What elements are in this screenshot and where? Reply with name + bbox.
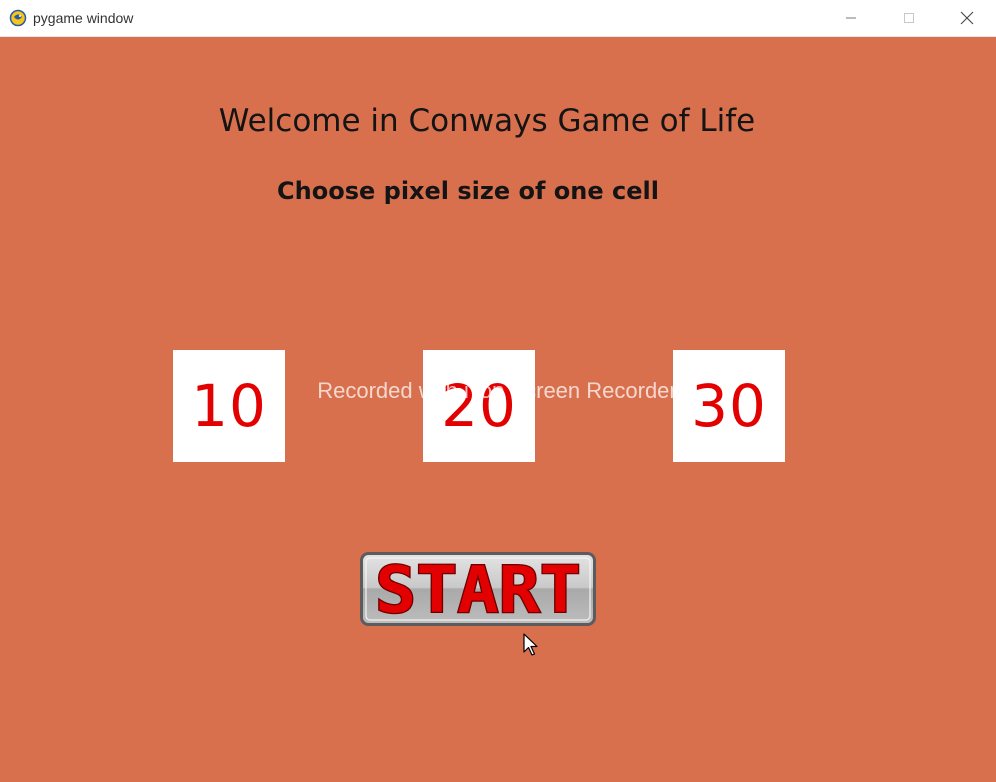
cell-size-option-30[interactable]: 30	[673, 350, 785, 462]
cell-size-option-label: 20	[441, 372, 517, 440]
pygame-snake-icon	[9, 9, 27, 27]
window-title: pygame window	[33, 10, 134, 26]
welcome-heading-text: Welcome in Conways Game of Life	[218, 103, 756, 139]
close-icon	[960, 11, 974, 25]
cell-size-option-label: 10	[191, 372, 267, 440]
cell-size-prompt-text: Choose pixel size of one cell	[277, 177, 659, 205]
minimize-icon	[845, 12, 857, 24]
title-bar[interactable]: pygame window	[0, 0, 996, 37]
maximize-icon	[903, 12, 915, 24]
cell-size-option-label: 30	[691, 372, 767, 440]
cell-size-option-10[interactable]: 10	[173, 350, 285, 462]
close-button[interactable]	[938, 0, 996, 36]
maximize-button[interactable]	[880, 0, 938, 36]
start-button[interactable]: START	[360, 552, 596, 626]
pygame-window: pygame window Welcome in Conways Game of…	[0, 0, 996, 782]
cell-size-prompt: Choose pixel size of one cell	[0, 177, 996, 205]
cell-size-option-20[interactable]: 20	[423, 350, 535, 462]
game-canvas: Welcome in Conways Game of Life Choose p…	[0, 37, 996, 782]
welcome-heading: Welcome in Conways Game of Life	[0, 103, 996, 139]
minimize-button[interactable]	[822, 0, 880, 36]
start-button-label: START	[375, 554, 581, 626]
arrow-cursor-icon	[523, 633, 539, 657]
